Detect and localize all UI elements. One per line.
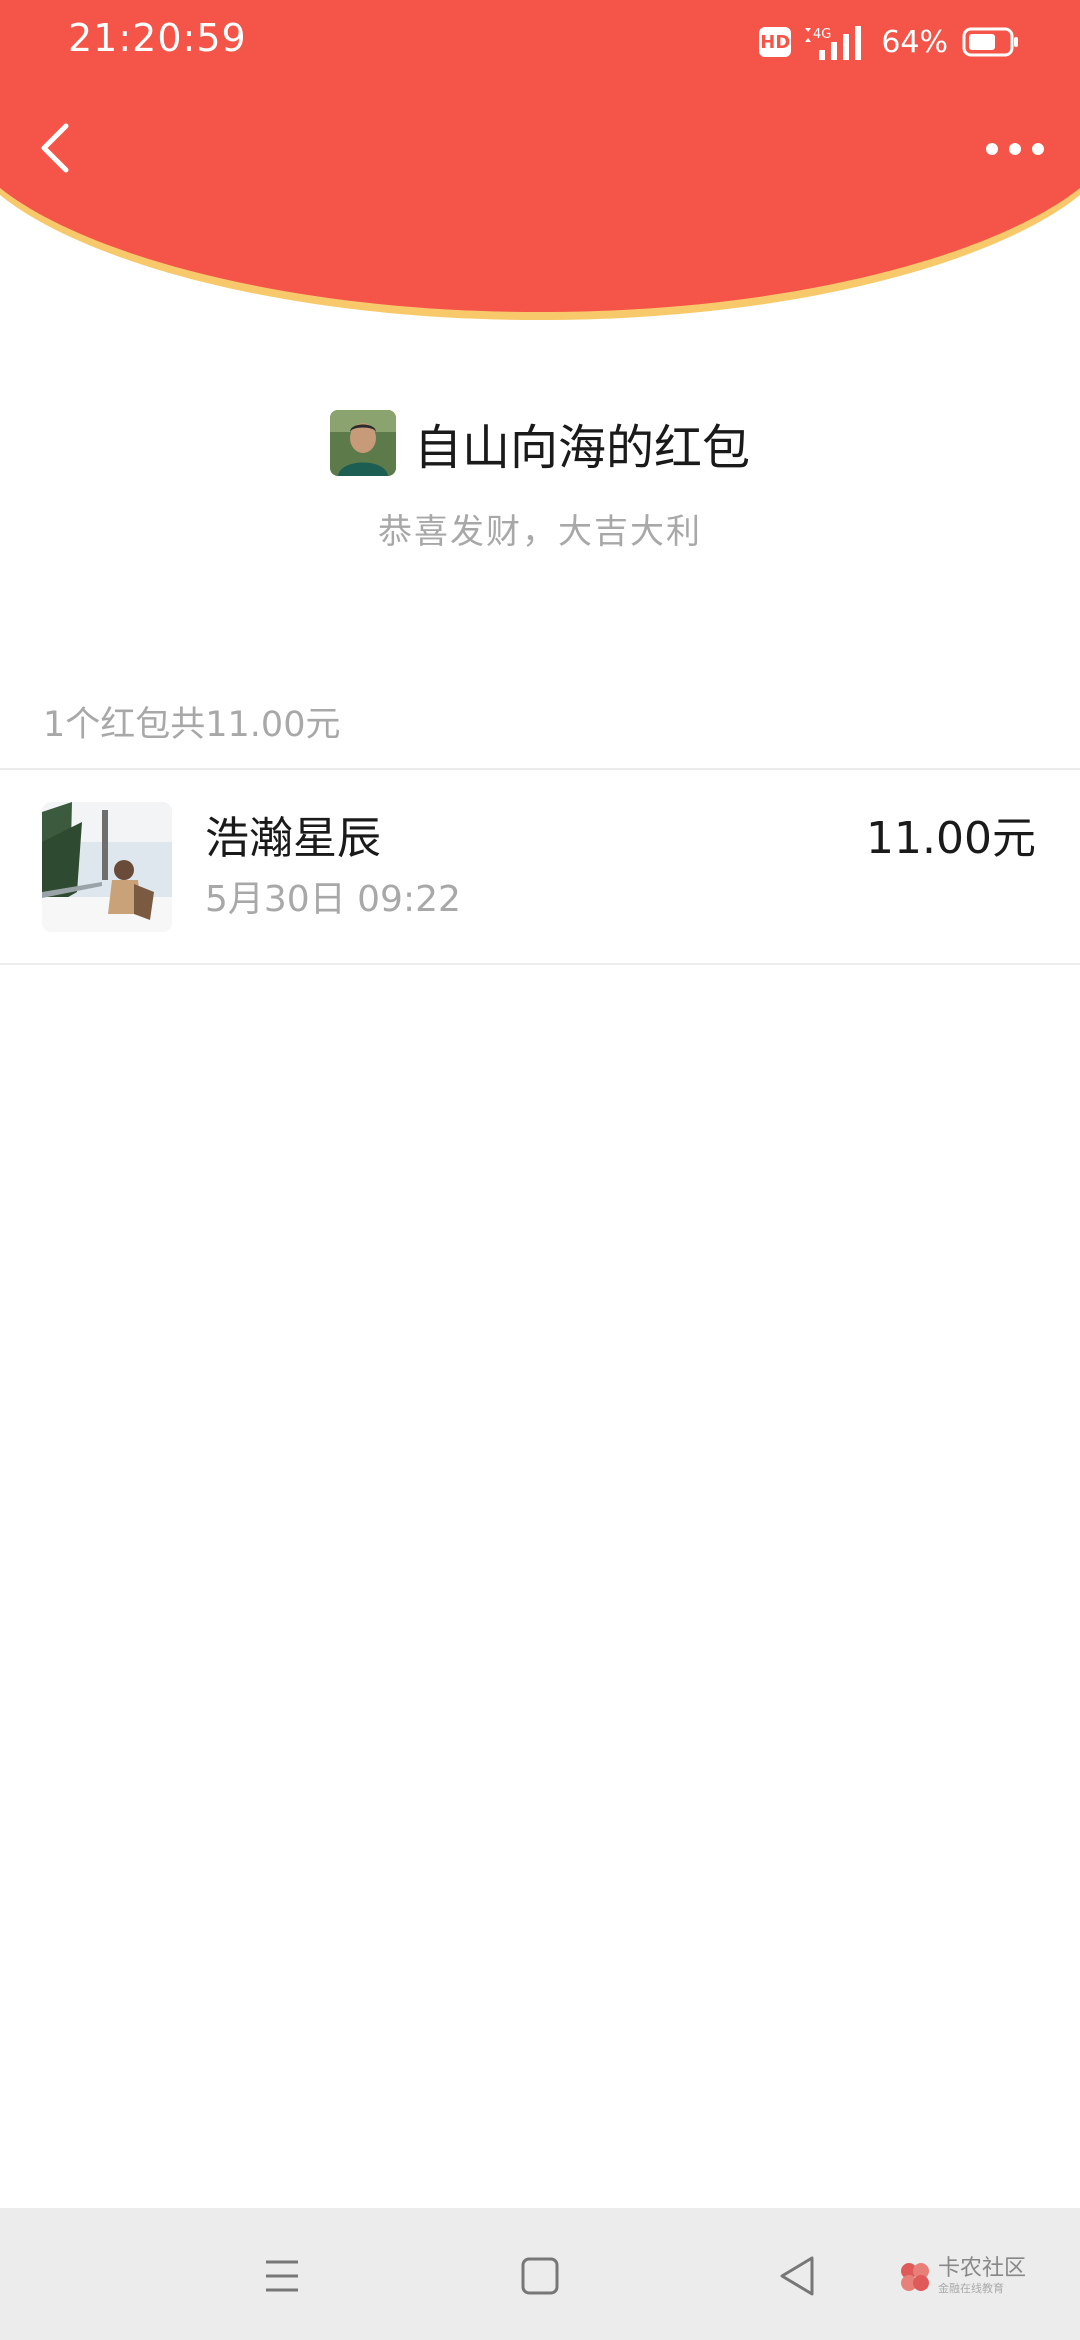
hd-badge: HD: [759, 27, 792, 57]
watermark-icon: [901, 2263, 929, 2291]
battery-percent: 64%: [881, 24, 948, 60]
back-button[interactable]: [28, 118, 88, 178]
list-item[interactable]: 浩瀚星辰 5月30日 09:22 11.00元: [0, 770, 1080, 962]
watermark-name: 卡农社区: [938, 2256, 1027, 2281]
envelope-summary: 1个红包共11.00元: [43, 705, 341, 745]
envelope-greeting: 恭喜发财，大吉大利: [378, 512, 702, 552]
received-time: 5月30日 09:22: [205, 879, 461, 920]
home-square-icon[interactable]: [510, 2246, 570, 2306]
system-nav-bar: 卡农社区 金融在线教育: [0, 2208, 1080, 2340]
more-button[interactable]: [980, 122, 1050, 176]
recipient-name: 浩瀚星辰: [205, 813, 381, 864]
received-amount: 11.00元: [866, 813, 1036, 864]
envelope-title: 自山向海的红包: [413, 420, 750, 476]
network-label: 4G: [813, 27, 831, 42]
signal-icon: 4G: [805, 26, 862, 60]
sender-avatar[interactable]: [329, 410, 396, 476]
watermark-logo: 卡农社区 金融在线教育: [898, 2258, 1026, 2296]
watermark-sub: 金融在线教育: [938, 2282, 1004, 2295]
status-bar: 21:20:59 HD 4G 64%: [0, 0, 1080, 80]
envelope-title-row: 自山向海的红包: [0, 408, 1080, 478]
recipient-avatar[interactable]: [42, 802, 172, 932]
menu-icon[interactable]: [252, 2246, 312, 2306]
status-time: 21:20:59: [68, 16, 247, 60]
back-triangle-icon[interactable]: [768, 2246, 828, 2306]
battery-icon: [962, 27, 1018, 57]
status-icons: HD 4G 64%: [759, 20, 1020, 64]
divider: [0, 963, 1080, 965]
